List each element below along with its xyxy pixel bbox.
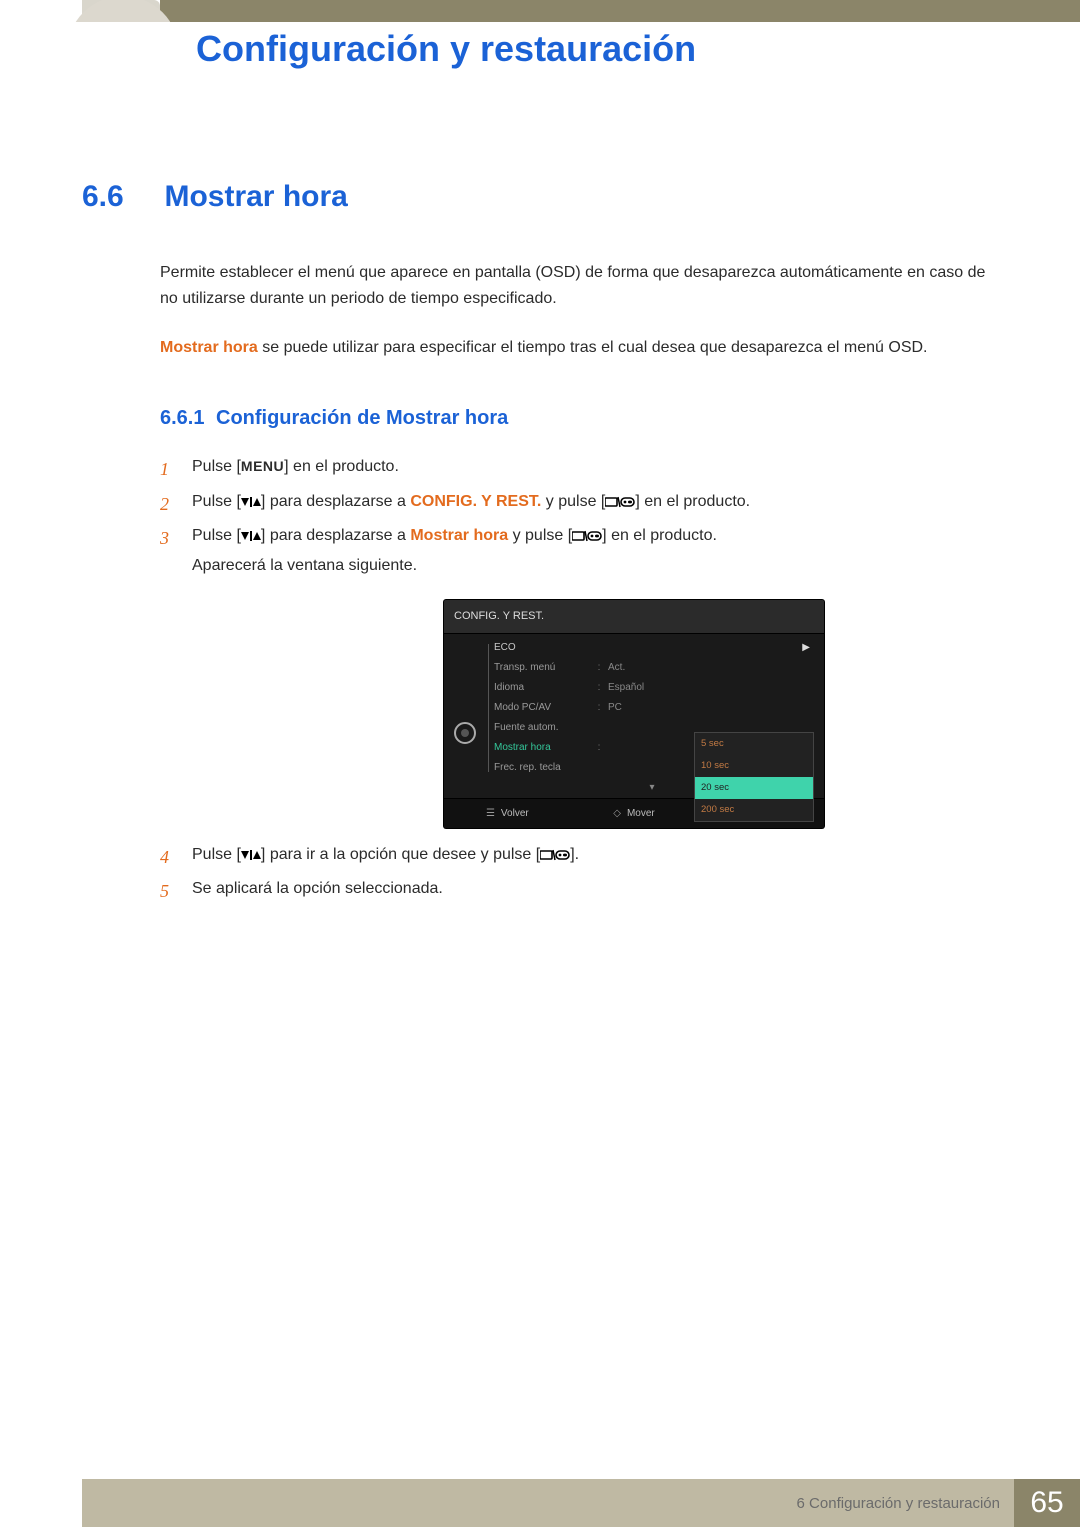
menu-bars-icon: ☰ (486, 804, 495, 823)
osd-option-5sec: 5 sec (695, 733, 813, 755)
move-diamond-icon: ◇ (613, 804, 621, 823)
step-5: 5 Se aplicará la opción seleccionada. (160, 874, 998, 904)
osd-title: CONFIG. Y REST. (444, 600, 824, 634)
osd-option-10sec: 10 sec (695, 755, 813, 777)
subsection-title: Configuración de Mostrar hora (216, 407, 508, 429)
subsection-heading: 6.6.1Configuración de Mostrar hora (160, 407, 998, 430)
step-2: 2 Pulse [] para desplazarse a CONFIG. Y … (160, 487, 998, 517)
section-title: Mostrar hora (164, 180, 347, 214)
keyword-mostrar-hora: Mostrar hora (160, 339, 258, 356)
osd-option-200sec: 200 sec (695, 799, 813, 821)
keyword-mostrar-hora: Mostrar hora (410, 527, 508, 544)
keyword-config-rest: CONFIG. Y REST. (410, 493, 541, 510)
down-up-arrows-icon (241, 849, 261, 861)
section-heading: 6.6 Mostrar hora (82, 180, 998, 214)
osd-menu-list: ECO ▶ Transp. menú:Act. Idioma:Español (486, 634, 824, 798)
menu-button-label: MENU (241, 458, 284, 474)
osd-item-transp: Transp. menú:Act. (486, 658, 818, 678)
section-number: 6.6 (82, 180, 160, 214)
step-3: 3 Pulse [] para desplazarse a Mostrar ho… (160, 521, 998, 828)
step-1: 1 Pulse [MENU] en el producto. (160, 452, 998, 482)
down-up-arrows-icon (241, 530, 261, 542)
chapter-title: Configuración y restauración (196, 28, 696, 70)
source-enter-icon (540, 849, 570, 861)
section-paragraph-1: Permite establecer el menú que aparece e… (160, 260, 998, 313)
osd-item-idioma: Idioma:Español (486, 678, 818, 698)
osd-item-modo-pcav: Modo PC/AV:PC (486, 698, 818, 718)
osd-item-eco: ECO ▶ (486, 638, 818, 658)
source-enter-icon (605, 496, 635, 508)
down-up-arrows-icon (241, 496, 261, 508)
page-footer: 6 Configuración y restauración 65 (0, 1479, 1080, 1527)
footer-label: 6 Configuración y restauración (797, 1495, 1000, 1512)
step-4: 4 Pulse [] para ir a la opción que desee… (160, 840, 998, 870)
page-number: 65 (1014, 1479, 1080, 1527)
subsection-number: 6.6.1 (160, 407, 216, 430)
osd-screenshot: CONFIG. Y REST. ECO ▶ (444, 600, 824, 828)
section-paragraph-2: Mostrar hora se puede utilizar para espe… (160, 335, 998, 361)
gear-icon (454, 722, 476, 744)
chevron-right-icon: ▶ (802, 638, 810, 657)
source-enter-icon (572, 530, 602, 542)
osd-option-20sec: 20 sec (695, 777, 813, 799)
steps-list: 1 Pulse [MENU] en el producto. 2 Pulse [… (160, 452, 998, 904)
osd-dropdown: 5 sec 10 sec 20 sec 200 sec (694, 732, 814, 822)
